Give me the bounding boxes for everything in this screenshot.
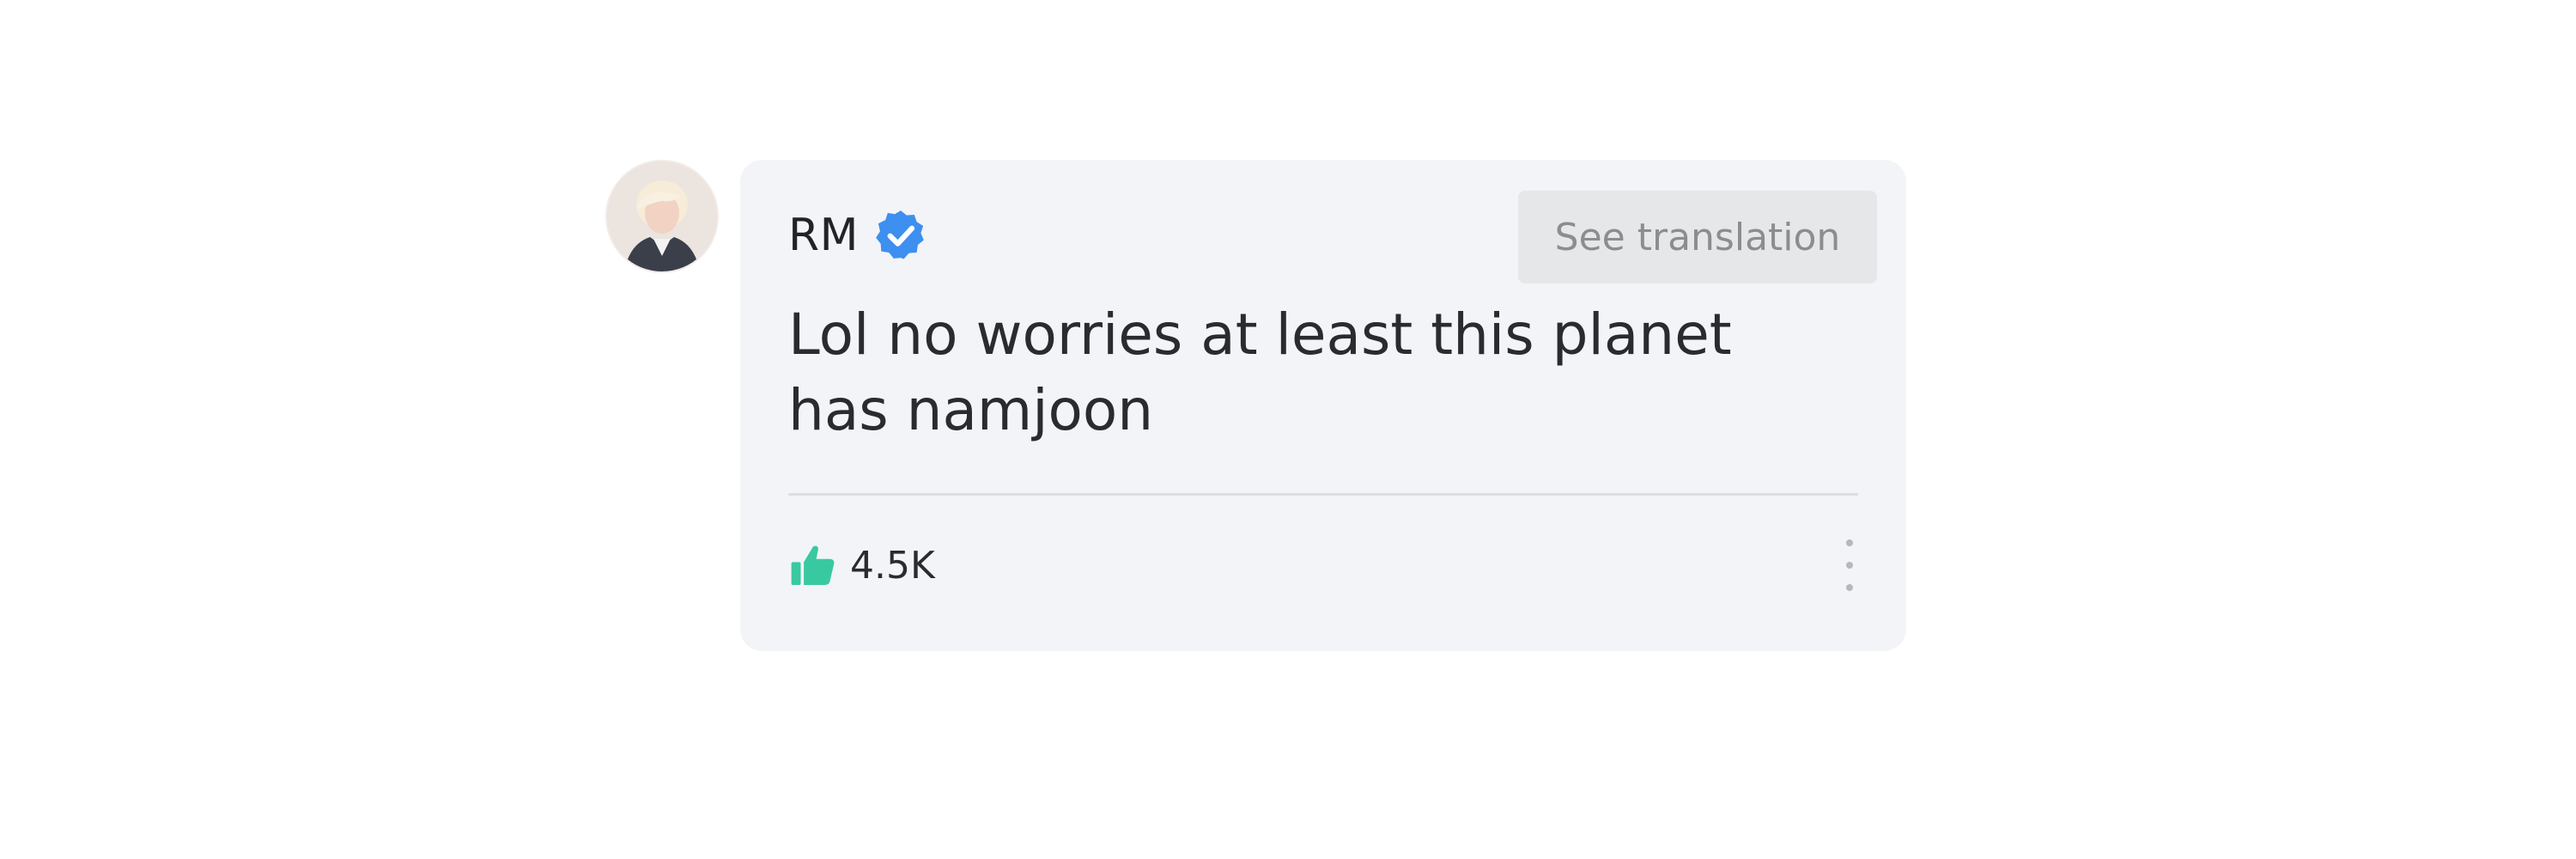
more-dot bbox=[1846, 584, 1853, 591]
divider bbox=[788, 493, 1858, 496]
comment-footer: 4.5K bbox=[788, 531, 1858, 600]
see-translation-button[interactable]: See translation bbox=[1518, 191, 1877, 283]
comment-text-line-1: Lol no worries at least this planet bbox=[788, 302, 1732, 368]
comment-text: Lol no worries at least this planet has … bbox=[788, 297, 1819, 448]
author-name[interactable]: RM bbox=[788, 210, 859, 261]
verified-badge-icon bbox=[872, 207, 929, 264]
comment-text-line-2: has namjoon bbox=[788, 377, 1154, 443]
author-row: RM bbox=[788, 201, 929, 270]
like-count: 4.5K bbox=[850, 543, 935, 588]
page: RM See translation Lol no worries at lea… bbox=[0, 0, 2576, 859]
thumbs-up-icon[interactable] bbox=[788, 540, 838, 590]
avatar[interactable] bbox=[607, 161, 717, 271]
more-options-icon[interactable] bbox=[1841, 539, 1858, 591]
more-dot bbox=[1846, 539, 1853, 546]
avatar-image bbox=[607, 161, 717, 271]
more-dot bbox=[1846, 562, 1853, 569]
comment-card: RM See translation Lol no worries at lea… bbox=[740, 160, 1906, 651]
